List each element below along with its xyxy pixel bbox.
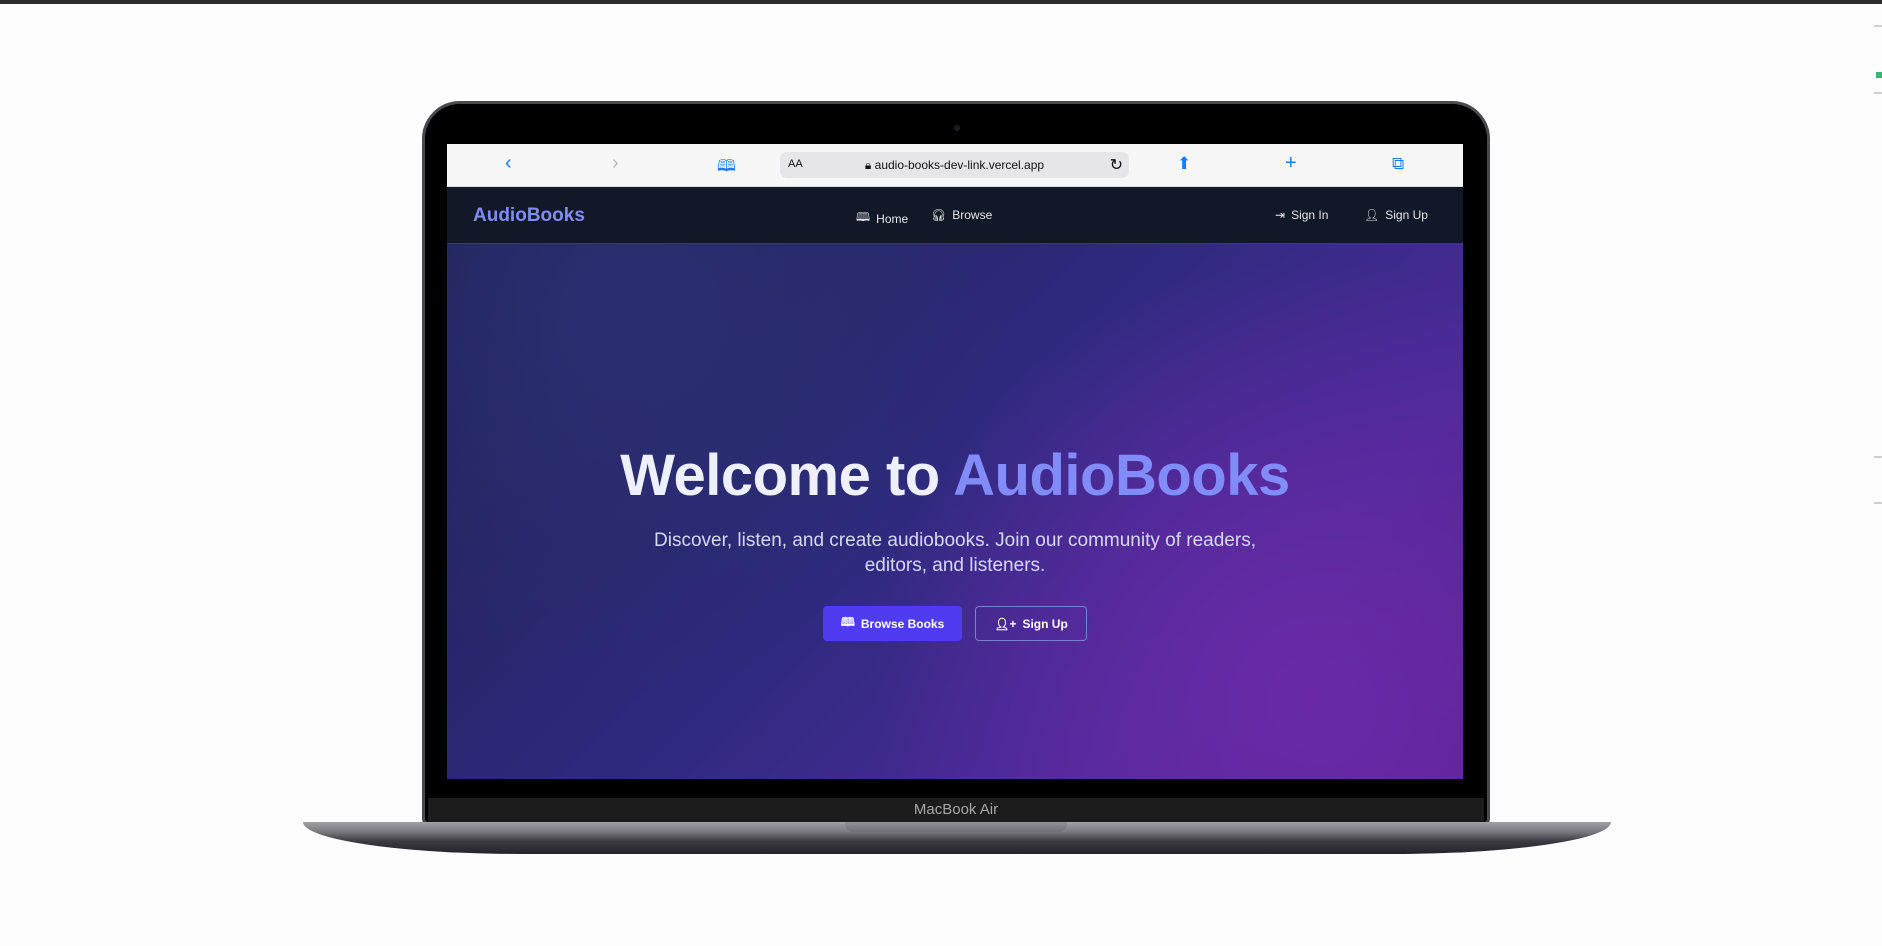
sign-up-label: Sign Up — [1022, 616, 1068, 631]
laptop-notch — [845, 822, 1067, 832]
address-bar[interactable]: AA 🔒︎ audio-books-dev-link.vercel.app ↻ — [780, 152, 1129, 178]
browse-books-label: Browse Books — [860, 616, 945, 631]
screen: ‹ › 🕮 AA 🔒︎ audio-books-dev-link.vercel.… — [447, 144, 1463, 779]
nav-home[interactable]: 🕮︎ Home — [856, 208, 908, 229]
nav-browse-label: Browse — [952, 208, 993, 222]
edge-mark — [1874, 92, 1882, 94]
site-logo[interactable]: AudioBooks — [473, 205, 585, 227]
url-text: audio-books-dev-link.vercel.app — [874, 158, 1045, 172]
nav-sign-up-label: Sign Up — [1385, 208, 1428, 222]
user-icon: 👤︎ — [1364, 208, 1380, 222]
edge-badge — [1876, 72, 1882, 78]
new-tab-icon[interactable]: + — [1285, 152, 1297, 175]
share-icon[interactable]: ⬆︎ — [1177, 154, 1191, 174]
nav-sign-in-label: Sign In — [1291, 208, 1329, 222]
bookmarks-icon[interactable]: 🕮 — [717, 155, 736, 182]
top-bar — [0, 0, 1882, 4]
edge-mark — [1874, 502, 1882, 504]
user-plus-icon: 👤︎+ — [994, 616, 1017, 631]
browse-books-button[interactable]: 🕮︎ Browse Books — [823, 606, 962, 641]
reload-icon[interactable]: ↻ — [1110, 155, 1123, 175]
lock-icon: 🔒︎ — [864, 158, 875, 172]
hero-title-prefix: Welcome to — [620, 443, 954, 508]
camera — [954, 125, 960, 131]
book-icon: 🕮︎ — [840, 615, 855, 629]
headphones-icon: 🎧︎ — [931, 208, 947, 222]
nav-sign-up[interactable]: 👤︎ Sign Up — [1364, 208, 1428, 222]
tabs-icon[interactable]: ⧉ — [1392, 154, 1404, 174]
hero-title: Welcome to AudioBooks — [447, 442, 1463, 509]
device-label: MacBook Air — [428, 798, 1484, 822]
nav-browse[interactable]: 🎧︎ Browse — [931, 208, 992, 222]
site-navbar: AudioBooks 🕮︎ Home 🎧︎ Browse ⇥ Sign In 👤︎ Si… — [447, 187, 1463, 244]
hero-section: Welcome to AudioBooks Discover, listen, … — [447, 244, 1463, 779]
sign-up-button[interactable]: 👤︎+ Sign Up — [975, 606, 1087, 641]
edge-mark — [1874, 456, 1882, 458]
book-icon: 🕮︎ — [856, 210, 871, 224]
hero-title-accent: AudioBooks — [953, 443, 1290, 508]
browser-toolbar: ‹ › 🕮 AA 🔒︎ audio-books-dev-link.vercel.… — [447, 144, 1463, 187]
hero-subtitle: Discover, listen, and create audiobooks.… — [654, 530, 1256, 576]
back-icon[interactable]: ‹ — [505, 152, 512, 175]
nav-home-label: Home — [876, 211, 909, 226]
edge-mark — [1874, 25, 1882, 27]
nav-sign-in[interactable]: ⇥ Sign In — [1275, 208, 1328, 222]
forward-icon[interactable]: › — [612, 152, 619, 175]
sign-in-icon: ⇥ — [1275, 208, 1286, 222]
